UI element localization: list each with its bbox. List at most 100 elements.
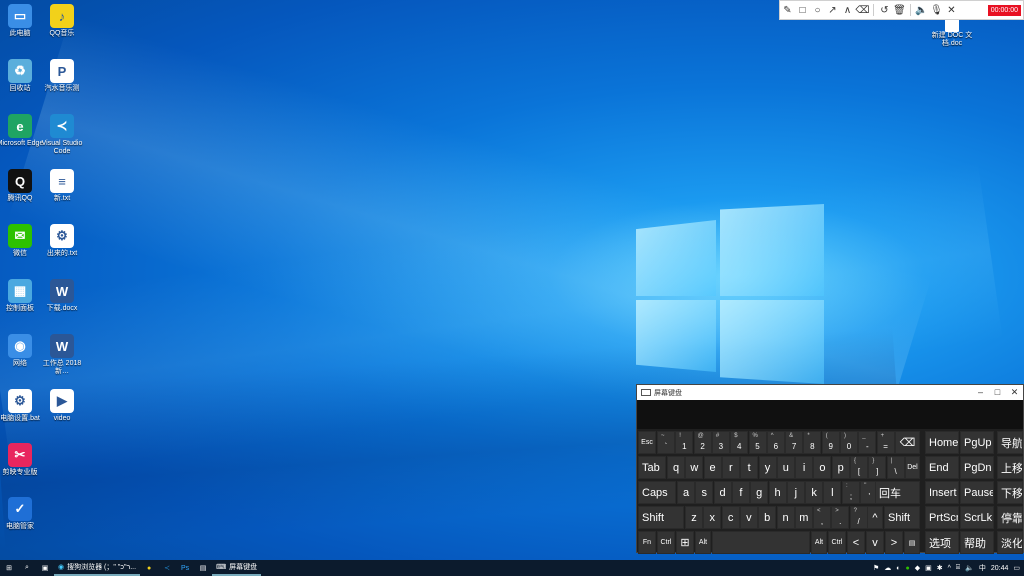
taskbar-app-ps[interactable]: Ps [176,560,194,576]
key-dock[interactable]: 停靠 [997,506,1023,529]
key-b[interactable]: b [758,506,777,529]
close-button[interactable]: ✕ [1006,387,1023,398]
key-shift[interactable]: Shift [638,506,684,529]
arrow-icon[interactable]: ↗ [825,1,840,19]
key-f[interactable]: f [731,481,750,504]
key-right[interactable]: > [885,531,903,554]
key-left[interactable]: < [847,531,865,554]
start-button[interactable]: ⊞ [0,560,18,576]
key-w[interactable]: w [685,456,704,479]
line-icon[interactable]: ∧ [840,1,855,19]
key-backspace[interactable]: ⌫ [895,431,920,454]
key-down[interactable]: v [866,531,884,554]
key-up[interactable]: ^ [867,506,883,529]
desktop-icon[interactable]: W 工作总 2018新… [36,334,88,376]
key-`[interactable]: ~ ` [657,431,675,454]
key-d[interactable]: d [713,481,732,504]
key-m[interactable]: m [794,506,813,529]
key-pgdn[interactable]: PgDn [960,456,994,479]
tray-icon[interactable]: ◆ [915,564,920,572]
delete-icon[interactable]: 🗑 [892,1,907,19]
desktop-icon[interactable]: W 下载.docx [36,279,88,313]
key-h[interactable]: h [768,481,787,504]
tray-icon[interactable]: ⚑ [873,564,879,572]
desktop-file-doc[interactable]: 新建 DOC 文档.doc [930,16,974,48]
ime-icon[interactable]: 中 [979,563,986,573]
key-fade[interactable]: 淡化 [997,531,1023,554]
key-o[interactable]: o [813,456,832,479]
key-up[interactable]: 上移 [997,456,1023,479]
key-j[interactable]: j [786,481,805,504]
key-4[interactable]: $4 [730,431,749,454]
taskbar-app-browser[interactable]: ◉ 搜狗浏览器 (；" "ר"כ... [54,560,141,576]
key-alt[interactable]: Alt [695,531,711,554]
key-home[interactable]: Home [925,431,959,454]
key-del[interactable]: Del [905,456,920,479]
key-x[interactable]: x [703,506,722,529]
key-down[interactable]: 下移 [997,481,1023,504]
recording-timer[interactable]: 00:00:00 [987,4,1021,16]
key-punct[interactable]: ? / [849,506,868,529]
key-=[interactable]: + = [876,431,895,454]
taskbar-app-osk[interactable]: ⌨ 屏幕键盘 [212,560,262,576]
close-icon[interactable]: ✕ [944,1,959,19]
minimize-button[interactable]: – [972,387,989,398]
key-ctrl-right[interactable]: Ctrl [828,531,846,554]
cloud-icon[interactable]: ☁ [884,564,891,572]
key-pgup[interactable]: PgUp [960,431,994,454]
key-punct[interactable]: :; [842,481,860,504]
key-ctrl[interactable]: Ctrl [657,531,675,554]
key-0[interactable]: ) 0 [840,431,858,454]
network-icon[interactable]: ⌸ [956,564,960,572]
desktop-icon[interactable]: ▶ video [36,389,88,423]
key-esc[interactable]: Esc [638,431,656,454]
speaker-icon[interactable]: 🔈 [914,1,929,19]
desktop-icon[interactable]: ♪ QQ音乐 [36,4,88,38]
task-view-button[interactable]: ▣ [36,560,54,576]
key-z[interactable]: z [685,506,703,529]
key-g[interactable]: g [750,481,769,504]
key-bracket[interactable]: }] [868,456,887,479]
key-9[interactable]: (9 [821,431,840,454]
pencil-icon[interactable]: ✎ [780,1,795,19]
key--[interactable]: _ - [858,431,877,454]
key-5[interactable]: % 5 [748,431,767,454]
key-t[interactable]: t [740,456,759,479]
key-6[interactable]: ^ 6 [766,431,785,454]
key-punct[interactable]: <, [813,506,831,529]
desktop-icon[interactable]: P 汽水音乐测 [36,59,88,93]
search-button[interactable]: ⌕ [18,560,36,576]
key-bracket[interactable]: | \ [886,456,905,479]
key-options[interactable]: 选项 [925,531,959,554]
clock[interactable]: 20:44 [991,565,1009,572]
key-y[interactable]: y [758,456,777,479]
key-7[interactable]: & 7 [785,431,804,454]
key-8[interactable]: * 8 [803,431,822,454]
key-c[interactable]: c [721,506,740,529]
rectangle-icon[interactable]: □ [795,1,810,19]
key-3[interactable]: #3 [711,431,730,454]
key-caps[interactable]: Caps [638,481,676,504]
key-enter[interactable]: 回车 [875,481,920,504]
mic-icon[interactable]: 🎙 [929,1,944,19]
key-1[interactable]: ! 1 [675,431,694,454]
undo-icon[interactable]: ↺ [877,1,892,19]
desktop-icon[interactable]: ✂ 剪映专业版 [0,443,46,477]
taskbar-app-qqmusic[interactable]: ● [140,560,158,576]
tray-icon[interactable]: ✱ [937,564,943,572]
expand-tray-icon[interactable]: ^ [948,565,951,572]
key-nav[interactable]: 导航 [997,431,1023,454]
volume-icon[interactable]: 🔈 [965,564,974,572]
key-v[interactable]: v [739,506,758,529]
key-help[interactable]: 帮助 [960,531,994,554]
taskbar-app-calc[interactable]: ▤ [194,560,212,576]
key-i[interactable]: i [795,456,814,479]
key-k[interactable]: k [805,481,824,504]
tray-icon[interactable]: ▣ [925,564,932,572]
key-l[interactable]: l [823,481,842,504]
desktop-icon[interactable]: ⚙ 出来的.txt [36,224,88,258]
tray-icon[interactable]: ◐ [896,565,900,572]
key-e[interactable]: e [703,456,722,479]
key-a[interactable]: a [677,481,695,504]
notification-icon[interactable]: ▭ [1013,564,1020,572]
